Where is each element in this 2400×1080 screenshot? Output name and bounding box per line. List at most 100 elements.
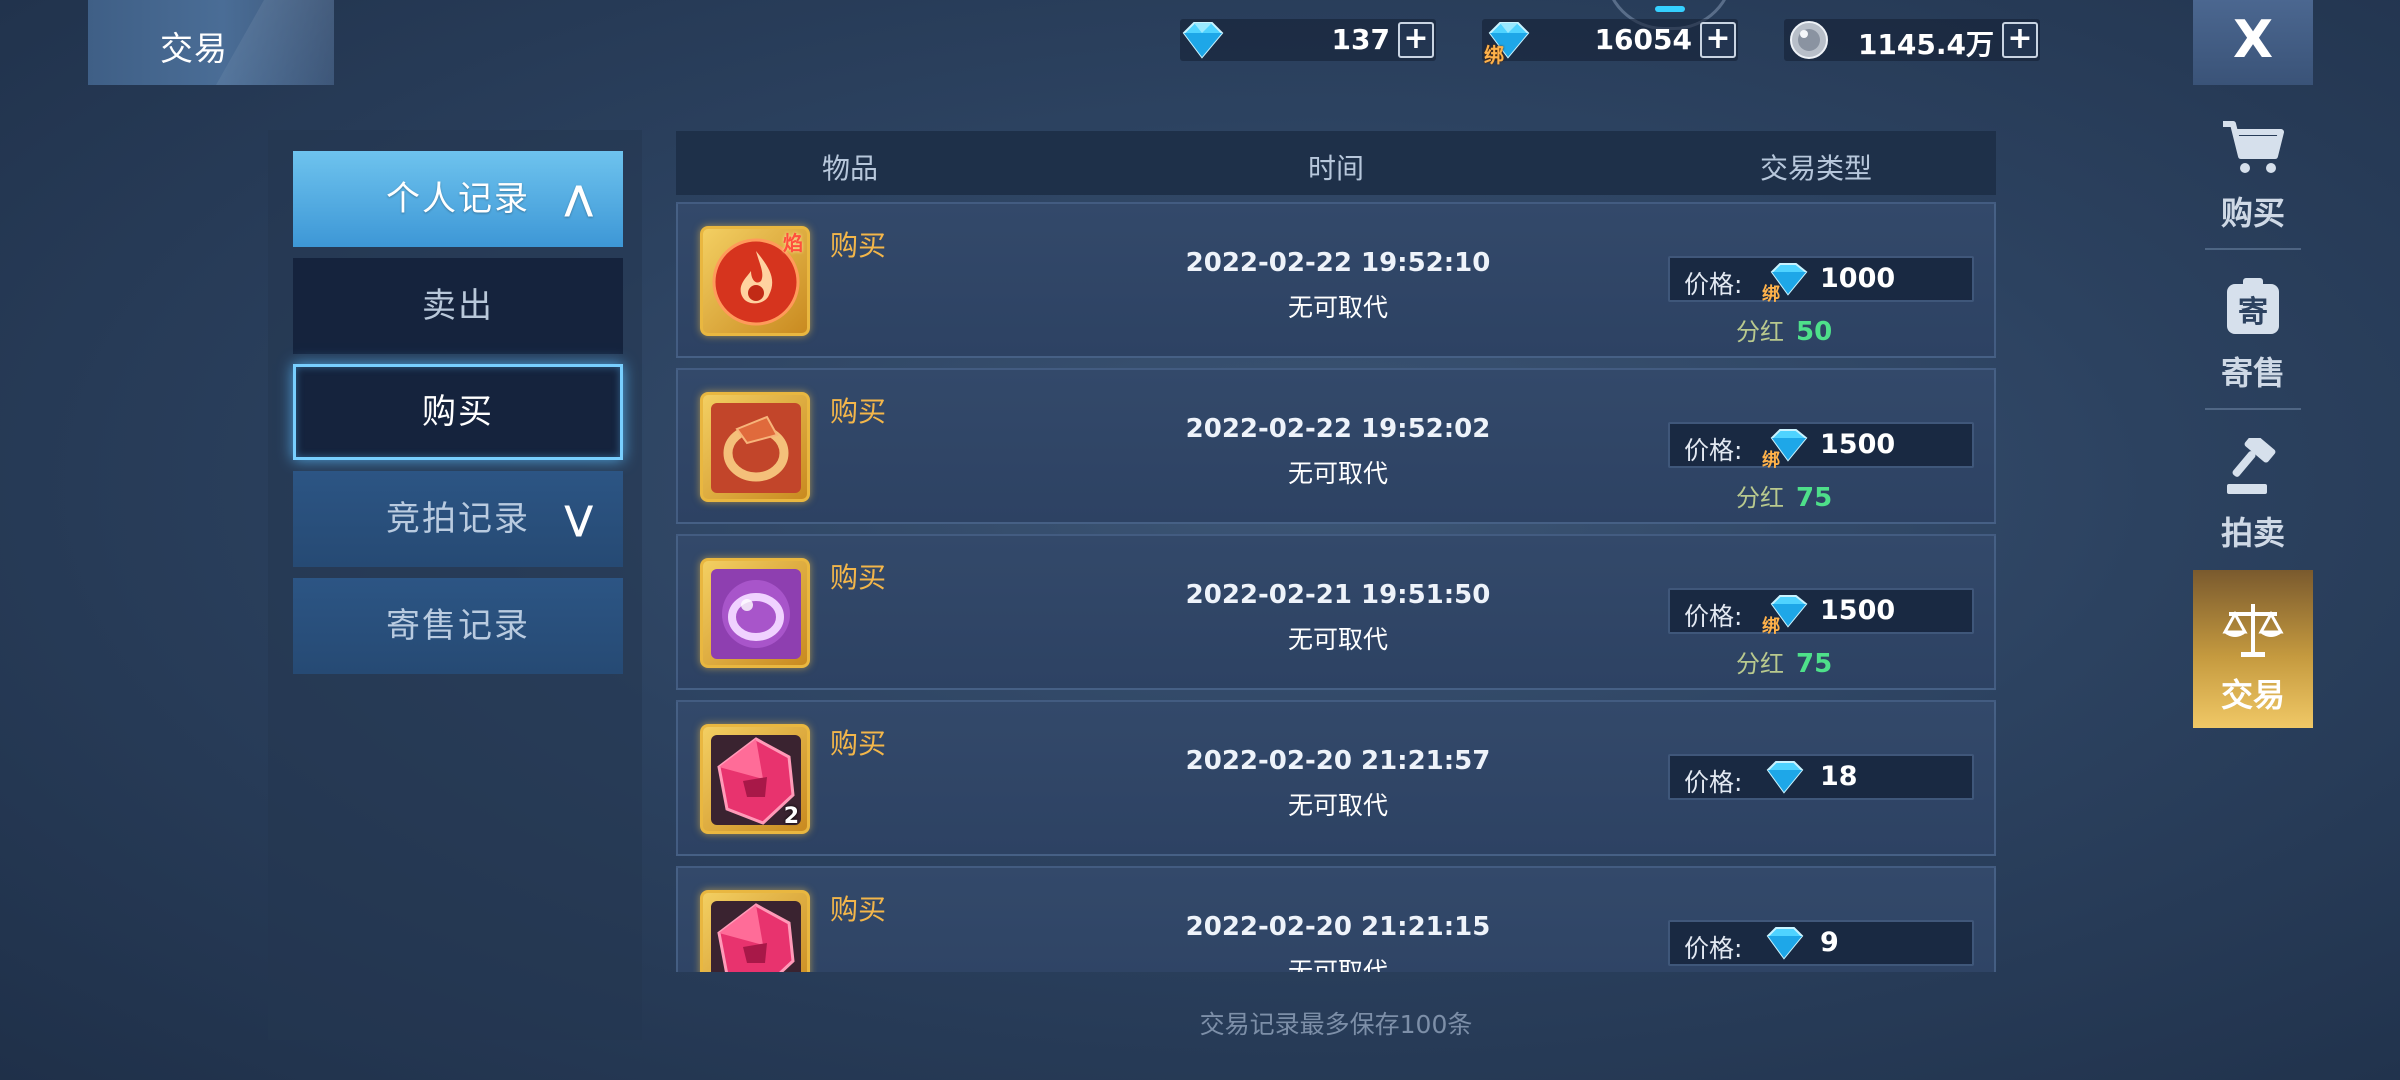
bonus-label: 分红 bbox=[1736, 318, 1784, 346]
menu-label: 个人记录 bbox=[386, 179, 530, 219]
price-label: 价格: bbox=[1684, 768, 1743, 797]
transaction-type: 购买 bbox=[830, 727, 887, 760]
currency-diamond: 137 + bbox=[1180, 19, 1436, 61]
add-silver-button[interactable]: + bbox=[2002, 22, 2038, 58]
bound-diamond-icon: 绑 bbox=[1760, 258, 1812, 308]
menu-buy[interactable]: 购买 bbox=[293, 364, 623, 460]
menu-label: 卖出 bbox=[422, 286, 494, 326]
item-count: 2 bbox=[783, 804, 799, 829]
currency-value: 16054 bbox=[1594, 23, 1692, 56]
currency-bound-diamond: 绑 16054 + bbox=[1482, 19, 1738, 67]
record-player: 无可取代 bbox=[1287, 293, 1388, 322]
nav-trade[interactable]: 交易 bbox=[2193, 570, 2313, 728]
chevron-up-icon: ⋀ bbox=[564, 179, 595, 219]
currency-silver-coin: 1145.4万 + bbox=[1784, 19, 2040, 61]
nav-auction[interactable]: 拍卖 bbox=[2193, 408, 2313, 566]
price-label: 价格: bbox=[1684, 436, 1743, 465]
gavel-icon bbox=[2227, 438, 2276, 494]
bonus-value: 75 bbox=[1796, 483, 1833, 513]
table-row[interactable]: 购买 2022-02-22 19:52:02 无可取代 价格: 绑 1500 分… bbox=[676, 368, 1996, 524]
pink-gem-icon[interactable]: 2 bbox=[700, 724, 810, 834]
price-label: 价格: bbox=[1684, 934, 1743, 963]
diamond-icon bbox=[1178, 17, 1226, 63]
diamond-icon bbox=[1760, 922, 1812, 972]
price-label: 价格: bbox=[1684, 602, 1743, 631]
bound-badge: 绑 bbox=[1762, 449, 1780, 470]
price-box: 价格: 绑 1500 bbox=[1668, 422, 1974, 471]
table-row[interactable]: 购买 2022-02-21 19:51:50 无可取代 价格: 绑 1500 分… bbox=[676, 534, 1996, 690]
item-badge: 焰 bbox=[783, 231, 803, 255]
currency-value: 1145.4万 bbox=[1857, 28, 1994, 61]
currency-value: 137 bbox=[1331, 23, 1390, 56]
nav-label: 拍卖 bbox=[2220, 514, 2285, 552]
menu-label: 购买 bbox=[422, 392, 494, 432]
add-diamond-button[interactable]: + bbox=[1398, 22, 1434, 58]
price-box: 价格: 绑 1000 bbox=[1668, 256, 1974, 305]
bonus-label: 分红 bbox=[1736, 484, 1784, 512]
record-time: 2022-02-20 21:21:15 bbox=[1185, 912, 1491, 942]
record-list[interactable]: 焰 购买 2022-02-22 19:52:10 无可取代 价格: 绑 1000… bbox=[676, 200, 1996, 972]
table-header: 物品 时间 交易类型 bbox=[676, 131, 1996, 195]
fire-emblem-icon[interactable]: 焰 bbox=[700, 226, 810, 336]
price-value: 1000 bbox=[1820, 263, 1896, 294]
trade-screen: 交易 137 + 绑 16054 + 1145.4万 + X 个人记录 ⋀ 卖出… bbox=[0, 0, 2400, 1080]
silver-coin-icon bbox=[1788, 19, 1836, 65]
bonus-label: 分红 bbox=[1736, 650, 1784, 678]
pink-gem-icon[interactable] bbox=[700, 890, 810, 972]
bonus: 分红 50 bbox=[1736, 312, 1832, 347]
menu-auction-records[interactable]: 竞拍记录 ⋁ bbox=[293, 471, 623, 567]
table-row[interactable]: 焰 购买 2022-02-22 19:52:10 无可取代 价格: 绑 1000… bbox=[676, 202, 1996, 358]
transaction-type: 购买 bbox=[830, 229, 887, 262]
bonus-value: 75 bbox=[1796, 649, 1833, 679]
bound-diamond-icon: 绑 bbox=[1760, 424, 1812, 474]
table-row[interactable]: 2 购买 2022-02-20 21:21:57 无可取代 价格: 18 bbox=[676, 700, 1996, 856]
price-value: 1500 bbox=[1820, 429, 1896, 460]
menu-sell[interactable]: 卖出 bbox=[293, 258, 623, 354]
chevron-down-icon: ⋁ bbox=[564, 499, 595, 539]
price-box: 价格: 9 bbox=[1668, 920, 1974, 966]
bound-badge: 绑 bbox=[1484, 43, 1504, 67]
bonus: 分红 75 bbox=[1736, 644, 1832, 679]
red-ring-icon[interactable] bbox=[700, 392, 810, 502]
nav-label: 寄售 bbox=[2220, 354, 2285, 392]
transaction-type: 购买 bbox=[830, 395, 887, 428]
record-time: 2022-02-21 19:51:50 bbox=[1185, 580, 1491, 610]
table-row[interactable]: 购买 2022-02-20 21:21:15 无可取代 价格: 9 bbox=[676, 866, 1996, 972]
price-value: 18 bbox=[1820, 761, 1858, 792]
page-title: 交易 bbox=[160, 29, 228, 68]
nav-buy[interactable]: 购买 bbox=[2193, 88, 2313, 246]
record-time: 2022-02-20 21:21:57 bbox=[1185, 746, 1491, 776]
record-player: 无可取代 bbox=[1287, 957, 1388, 972]
record-player: 无可取代 bbox=[1287, 625, 1388, 654]
transaction-type: 购买 bbox=[830, 561, 887, 594]
column-header-item: 物品 bbox=[822, 152, 879, 185]
nav-label: 购买 bbox=[2220, 194, 2285, 232]
price-value: 1500 bbox=[1820, 595, 1896, 626]
footer-note: 交易记录最多保存100条 bbox=[1199, 1010, 1473, 1039]
menu-label: 竞拍记录 bbox=[386, 499, 530, 539]
price-box: 价格: 绑 1500 bbox=[1668, 588, 1974, 637]
record-time: 2022-02-22 19:52:10 bbox=[1185, 248, 1491, 278]
nav-consign[interactable]: 寄 寄售 bbox=[2193, 248, 2313, 406]
transaction-type: 购买 bbox=[830, 893, 887, 926]
consign-icon: 寄 bbox=[2227, 278, 2279, 334]
menu-personal-records[interactable]: 个人记录 ⋀ bbox=[293, 151, 623, 247]
close-button[interactable]: X bbox=[2193, 0, 2313, 85]
add-bound-diamond-button[interactable]: + bbox=[1700, 22, 1736, 58]
scales-icon bbox=[2222, 604, 2284, 657]
price-box: 价格: 18 bbox=[1668, 754, 1974, 800]
column-header-type: 交易类型 bbox=[1760, 152, 1873, 185]
purple-ring-icon[interactable] bbox=[700, 558, 810, 668]
bonus-value: 50 bbox=[1796, 317, 1833, 347]
record-player: 无可取代 bbox=[1287, 459, 1388, 488]
bound-badge: 绑 bbox=[1762, 283, 1780, 304]
nav-label: 交易 bbox=[2220, 676, 2285, 714]
menu-label: 寄售记录 bbox=[386, 606, 530, 646]
column-header-time: 时间 bbox=[1308, 152, 1365, 185]
bonus: 分红 75 bbox=[1736, 478, 1832, 513]
svg-text:寄: 寄 bbox=[2238, 295, 2268, 330]
menu-consign-records[interactable]: 寄售记录 bbox=[293, 578, 623, 674]
cart-icon bbox=[2223, 121, 2284, 173]
record-time: 2022-02-22 19:52:02 bbox=[1185, 414, 1491, 444]
bound-diamond-icon: 绑 bbox=[1760, 590, 1812, 640]
